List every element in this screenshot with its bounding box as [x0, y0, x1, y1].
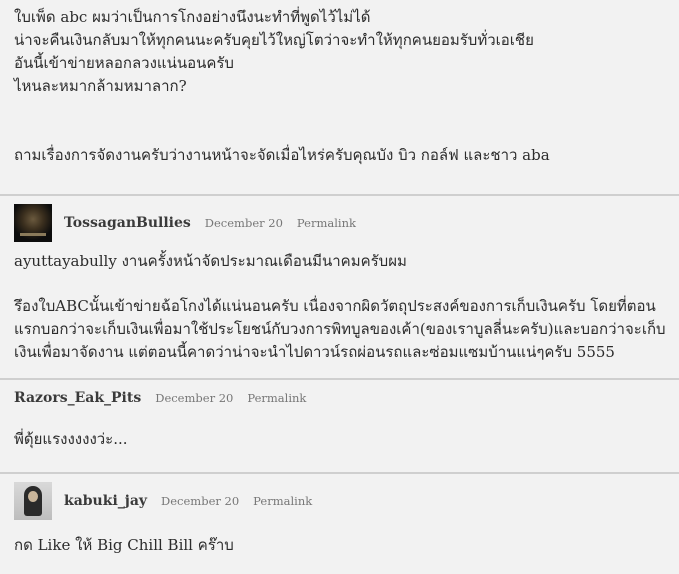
comment-date: December 20	[161, 494, 240, 508]
comment-thread: ใบเพ็ด abc ผมว่าเป็นการโกงอย่างนึงนะทำที…	[0, 0, 679, 574]
comment-item: kabuki_jay December 20 Permalink กด Like…	[0, 472, 679, 574]
comment-author[interactable]: kabuki_jay	[64, 493, 147, 509]
comment-header: Razors_Eak_Pits December 20 Permalink	[14, 380, 665, 416]
comment-author[interactable]: TossaganBullies	[64, 215, 191, 231]
comment-paragraph: ayuttayabully งานครั้งหน้าจัดประมาณเดือน…	[14, 250, 665, 273]
comment-author[interactable]: Razors_Eak_Pits	[14, 390, 141, 406]
comment-item: ใบเพ็ด abc ผมว่าเป็นการโกงอย่างนึงนะทำที…	[0, 0, 679, 194]
comment-paragraph: ใบเพ็ด abc ผมว่าเป็นการโกงอย่างนึงนะทำที…	[14, 6, 665, 98]
comment-header: kabuki_jay December 20 Permalink	[14, 474, 665, 528]
comment-date: December 20	[155, 391, 234, 405]
comment-text-line: ใบเพ็ด abc ผมว่าเป็นการโกงอย่างนึงนะทำที…	[14, 8, 371, 26]
permalink-link[interactable]: Permalink	[247, 391, 306, 405]
comment-text-line: พี่ดุ้ยแรงงงงงว่ะ...	[14, 430, 128, 448]
comment-text-line: ถามเรื่องการจัดงานครับว่างานหน้าจะจัดเมื…	[14, 146, 550, 164]
comment-body: พี่ดุ้ยแรงงงงงว่ะ...	[14, 416, 665, 451]
comment-body: กด Like ให้ Big Chill Bill คร๊าบ	[14, 528, 665, 557]
comment-paragraph: รึองใบABCนั้นเข้าข่ายฉ้อโกงได้แน่นอนครับ…	[14, 295, 666, 364]
comment-item: Razors_Eak_Pits December 20 Permalink พี…	[0, 378, 679, 472]
comment-date: December 20	[204, 216, 283, 230]
avatar[interactable]	[14, 482, 52, 520]
comment-header: TossaganBullies December 20 Permalink	[14, 196, 665, 250]
comment-text-line: แรกบอกว่าจะเก็บเงินเพื่อมาใช้ประโยชน์กับ…	[14, 320, 666, 338]
comment-text-line: เงินเพื่อมาจัดงาน แต่ตอนนี้คาดว่าน่าจะนำ…	[14, 343, 615, 361]
comment-paragraph: ถามเรื่องการจัดงานครับว่างานหน้าจะจัดเมื…	[14, 144, 665, 167]
permalink-link[interactable]: Permalink	[253, 494, 312, 508]
comment-item: TossaganBullies December 20 Permalink ay…	[0, 194, 679, 378]
comment-text-line: ayuttayabully งานครั้งหน้าจัดประมาณเดือน…	[14, 252, 407, 270]
comment-text-line: น่าจะคืนเงินกลับมาให้ทุกคนนะครับคุยไว้ให…	[14, 31, 534, 49]
comment-text-line: ไหนละหมากล้ามหมาลาก?	[14, 77, 187, 95]
comment-text-line: กด Like ให้ Big Chill Bill คร๊าบ	[14, 536, 234, 554]
avatar[interactable]	[14, 204, 52, 242]
permalink-link[interactable]: Permalink	[297, 216, 356, 230]
comment-text-line: อันนี้เข้าข่ายหลอกลวงแน่นอนครับ	[14, 54, 234, 72]
comment-text-line: รึองใบABCนั้นเข้าข่ายฉ้อโกงได้แน่นอนครับ…	[14, 297, 656, 315]
comment-body: ayuttayabully งานครั้งหน้าจัดประมาณเดือน…	[14, 250, 666, 364]
